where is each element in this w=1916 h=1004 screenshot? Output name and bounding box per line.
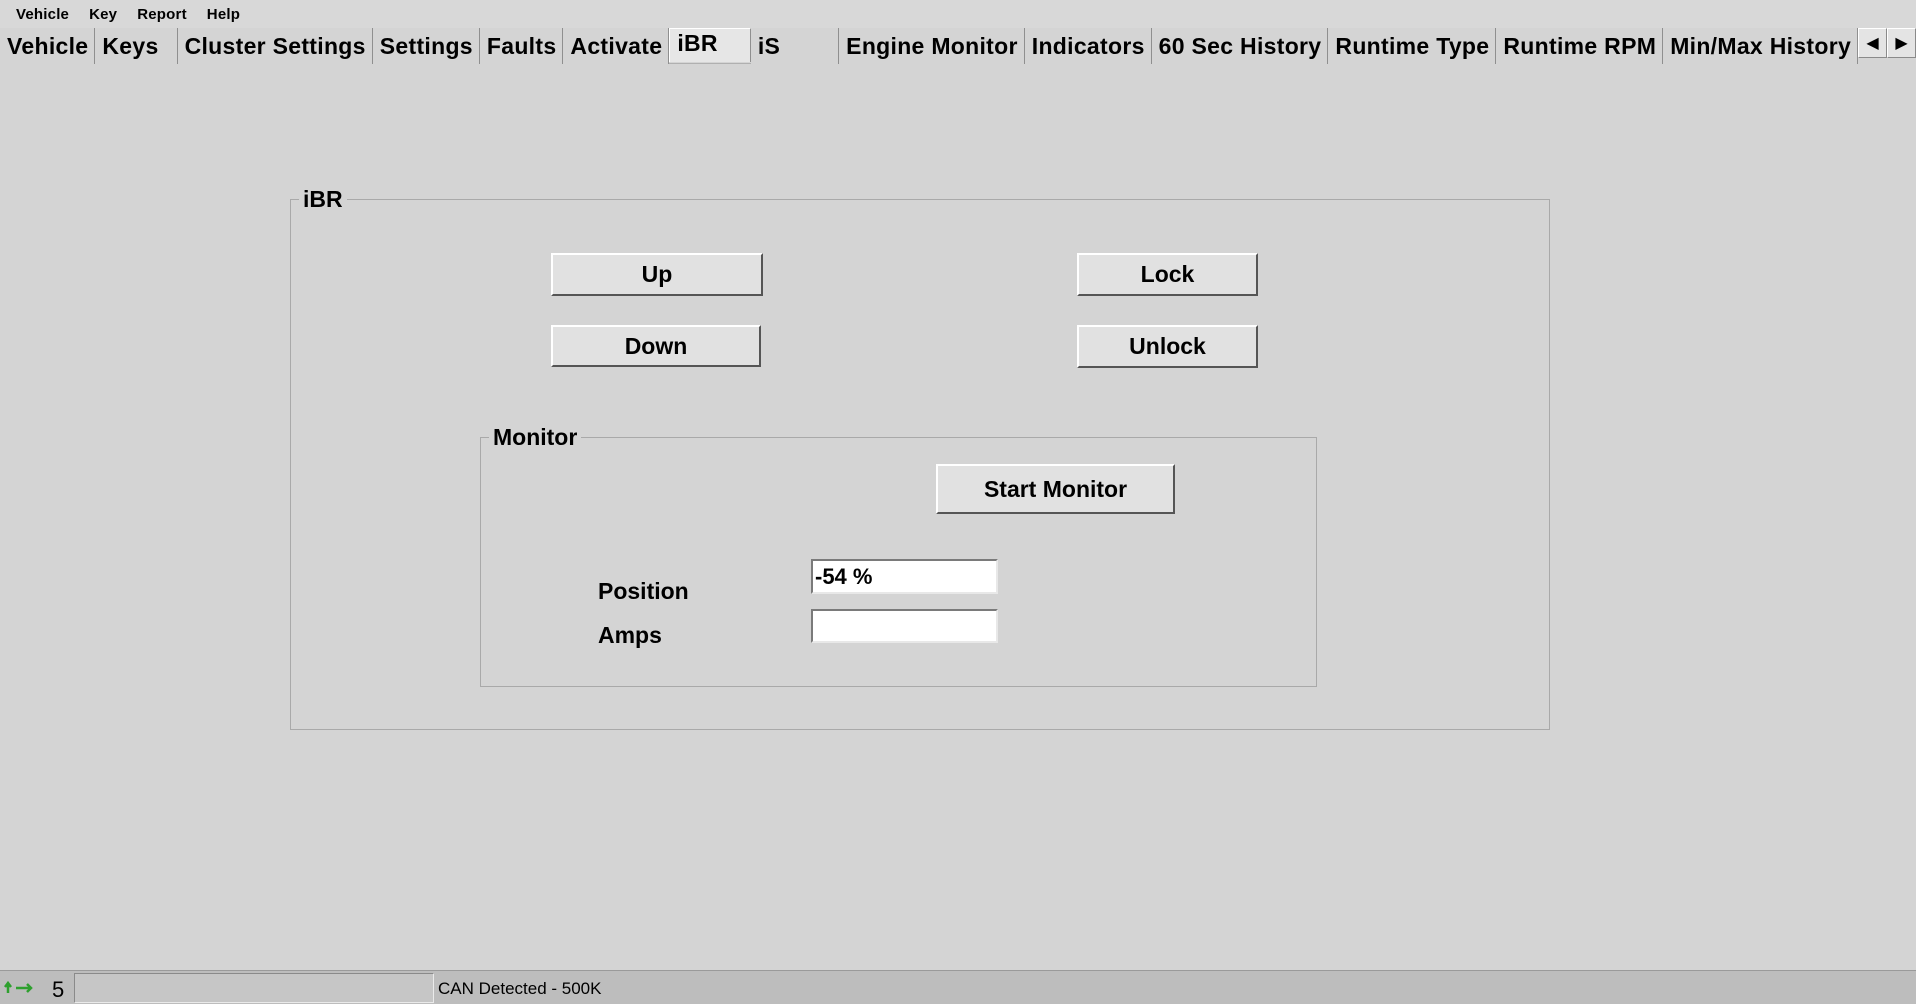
monitor-group-title: Monitor	[489, 424, 582, 451]
tab-60-sec-history[interactable]: 60 Sec History	[1151, 28, 1329, 64]
lock-button[interactable]: Lock	[1077, 253, 1258, 296]
menu-key[interactable]: Key	[89, 6, 117, 23]
scroll-left-button[interactable]: ◀	[1858, 28, 1887, 58]
status-count: 5	[52, 977, 65, 1002]
monitor-group: Monitor Start Monitor Position -54 % Amp…	[480, 424, 1317, 687]
tab-keys[interactable]: Keys	[95, 28, 178, 64]
tab-ibr[interactable]: iBR	[669, 28, 751, 62]
tab-is[interactable]: iS	[750, 28, 840, 64]
tab-settings[interactable]: Settings	[372, 28, 480, 64]
arrows-icon	[4, 979, 34, 997]
tab-vehicle[interactable]: Vehicle	[0, 28, 96, 64]
tab-scroll-buttons: ◀ ▶	[1858, 28, 1916, 58]
amps-field[interactable]	[811, 609, 998, 643]
start-monitor-button[interactable]: Start Monitor	[936, 464, 1175, 514]
tab-faults[interactable]: Faults	[479, 28, 564, 64]
down-button[interactable]: Down	[551, 325, 761, 367]
unlock-button[interactable]: Unlock	[1077, 325, 1258, 368]
tab-indicators[interactable]: Indicators	[1024, 28, 1152, 64]
position-field[interactable]: -54 %	[811, 559, 998, 594]
menu-bar: Vehicle Key Report Help	[0, 0, 1916, 28]
tab-runtime-rpm[interactable]: Runtime RPM	[1496, 28, 1664, 64]
tab-runtime-type[interactable]: Runtime Type	[1328, 28, 1497, 64]
menu-help[interactable]: Help	[207, 6, 240, 23]
up-button[interactable]: Up	[551, 253, 763, 296]
tab-activate[interactable]: Activate	[563, 28, 670, 64]
status-text: CAN Detected - 500K	[438, 979, 602, 998]
ibr-group-title: iBR	[299, 186, 347, 213]
scroll-right-button[interactable]: ▶	[1887, 28, 1916, 58]
status-progress-bar	[74, 973, 434, 1003]
tab-bar: Vehicle Keys Cluster Settings Settings F…	[0, 28, 1916, 64]
status-bar: 5 CAN Detected - 500K	[0, 970, 1916, 1004]
position-label: Position	[598, 578, 689, 604]
tab-cluster-settings[interactable]: Cluster Settings	[177, 28, 373, 64]
menu-vehicle[interactable]: Vehicle	[16, 6, 69, 23]
tab-min-max-history[interactable]: Min/Max History	[1663, 28, 1859, 64]
menu-report[interactable]: Report	[137, 6, 187, 23]
amps-label: Amps	[598, 622, 662, 648]
ibr-group: iBR Up Down Lock Unlock Monitor Start Mo…	[290, 186, 1550, 730]
tab-engine-monitor[interactable]: Engine Monitor	[839, 28, 1025, 64]
